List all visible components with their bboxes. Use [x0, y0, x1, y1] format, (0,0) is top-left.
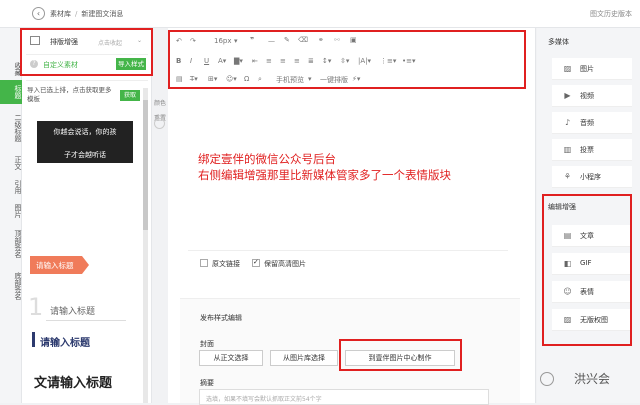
vtab-quote[interactable]: 引用 [0, 176, 22, 198]
annotation-box-yiban-button [339, 339, 462, 371]
media-item-vote[interactable]: ▥ 投票 [552, 139, 632, 161]
title-tag-text: 请输入标题 [36, 261, 74, 270]
summary-label: 摘要 [200, 379, 214, 387]
title-number-underline [46, 320, 126, 321]
media-item-mini-program[interactable]: ⚘ 小程序 [552, 166, 632, 188]
watermark-text: 洪兴会 [574, 372, 611, 386]
reset-icon[interactable] [154, 118, 165, 129]
annotation-box-toolbar [168, 30, 526, 89]
vtab-favorite[interactable]: 收藏 [0, 58, 22, 80]
from-library-button[interactable]: 从图片库选择 [270, 350, 338, 366]
vtab-image[interactable]: 图片 [0, 200, 22, 222]
title-number: 1 [28, 293, 44, 321]
media-item-audio[interactable]: ♪ 音频 [552, 112, 632, 134]
breadcrumb-separator: / [75, 10, 78, 18]
microphone-icon: ♪ [564, 118, 571, 127]
caption-line1: 绑定壹伴的微信公众号后台 [198, 152, 336, 166]
history-version-link[interactable]: 图文历史版本 [590, 9, 632, 19]
breadcrumb: 素材库 / 新建图文消息 [50, 9, 123, 19]
tag-arrow [82, 256, 89, 274]
import-tip: 导入已选上排，点击获取更多模板 [27, 86, 112, 103]
mini-program-icon: ⚘ [563, 172, 572, 181]
divider [188, 250, 508, 251]
sample-text-line2: 子才会越听话 [64, 151, 106, 159]
title-bar-accent [32, 332, 35, 347]
breadcrumb-root[interactable]: 素材库 [50, 10, 71, 18]
media-item-video[interactable]: ▶ 视频 [552, 85, 632, 107]
keep-hd-checkbox[interactable]: ✓ [252, 258, 260, 267]
annotation-box-plugin [20, 28, 153, 76]
title-bar-text[interactable]: 请输入标题 [40, 334, 90, 349]
annotation-caption: 绑定壹伴的微信公众号后台 右侧编辑增强那里比新媒体管家多了一个表情版块 [198, 151, 451, 183]
publish-section-title: 发布样式编辑 [200, 314, 242, 322]
back-arrow-icon[interactable]: ‹ [32, 7, 45, 20]
cover-label: 封面 [200, 340, 214, 348]
media-item-label: 视频 [580, 92, 594, 100]
breadcrumb-current: 新建图文消息 [81, 10, 124, 18]
vtab-body[interactable]: 正文 [0, 152, 22, 174]
summary-placeholder: 选填，如果不填写会默认抓取正文前54个字 [206, 396, 322, 403]
title-number-label: 请输入标题 [50, 307, 96, 317]
bar-chart-icon: ▥ [563, 145, 572, 154]
keep-hd-label: 保留高清图片 [264, 260, 306, 268]
media-item-label: 音频 [580, 119, 594, 127]
top-bar: ‹ 素材库 / 新建图文消息 图文历史版本 [0, 0, 640, 28]
media-item-label: 小程序 [580, 173, 601, 181]
media-item-label: 投票 [580, 146, 594, 154]
original-link-checkbox[interactable] [200, 259, 208, 267]
vtab-subtitle[interactable]: 二级标题 [0, 106, 22, 150]
color-button[interactable]: 颜色 [152, 98, 168, 107]
vtab-top-signature[interactable]: 顶部签名 [0, 224, 22, 264]
get-template-button[interactable]: 获取 [120, 90, 140, 101]
wechat-icon [540, 372, 554, 386]
scrollbar-thumb[interactable] [143, 100, 148, 230]
media-item-image[interactable]: ▨ 图片 [552, 58, 632, 80]
sample-text-line1: 你越会说话，你的孩 [53, 128, 117, 136]
left-scrollbar[interactable] [143, 88, 148, 403]
annotation-box-enhance [542, 194, 632, 346]
original-link-label: 原文链接 [212, 260, 240, 268]
from-body-button[interactable]: 从正文选择 [199, 350, 263, 366]
title-big-text[interactable]: 文请输入标题 [34, 372, 112, 391]
caption-line2: 右侧编辑增强那里比新媒体管家多了一个表情版块 [198, 168, 451, 182]
vtab-title[interactable]: 标题 [0, 80, 22, 104]
image-icon: ▨ [563, 64, 572, 73]
title-tag-sample[interactable]: 请输入标题 [30, 256, 82, 274]
media-title: 多媒体 [548, 38, 569, 46]
divider [26, 80, 148, 81]
vtab-bottom-signature[interactable]: 底部签名 [0, 266, 22, 306]
dark-sample-card[interactable]: 你越会说话，你的孩 子才会越听话 [37, 121, 133, 163]
video-icon: ▶ [564, 91, 571, 100]
vertical-tab-bar: 收藏 标题 二级标题 正文 引用 图片 顶部签名 底部签名 [0, 28, 22, 403]
media-item-label: 图片 [580, 65, 594, 73]
